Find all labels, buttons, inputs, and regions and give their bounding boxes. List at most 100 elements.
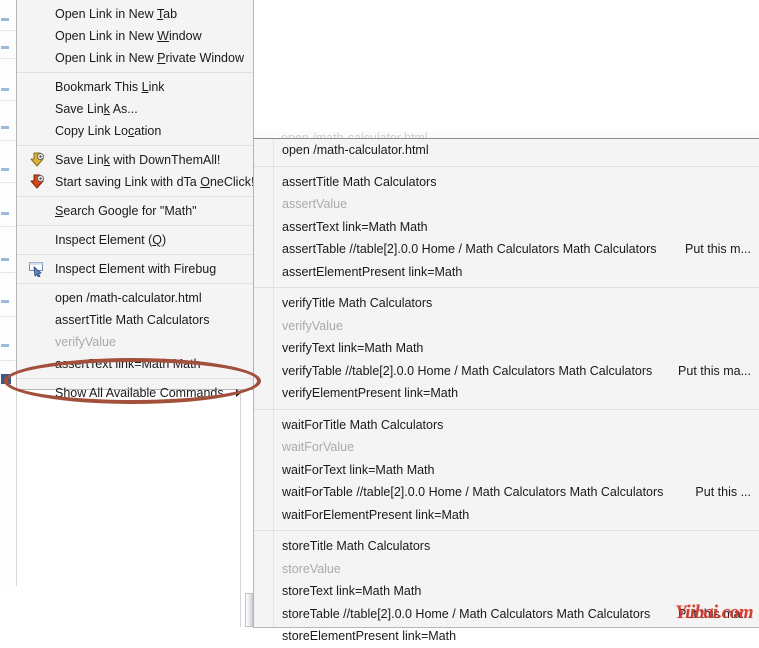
menu-item-label: assertTitle Math Calculators <box>55 313 210 327</box>
command-label: open /math-calculator.html <box>282 143 429 158</box>
menu-separator <box>17 196 253 197</box>
save-link-as[interactable]: Save Link As... <box>17 98 253 120</box>
accelerator-key: W <box>157 29 169 43</box>
command-label: waitForTable //table[2].0.0 Home / Math … <box>282 485 664 500</box>
selenium-open-math-calculator[interactable]: open /math-calculator.html <box>17 287 253 309</box>
command-label: storeValue <box>282 561 341 576</box>
cmd-waitfor-text[interactable]: waitForText link=Math Math <box>254 459 759 482</box>
watermark: Yiibai.com <box>675 602 753 623</box>
command-label: assertValue <box>282 197 348 212</box>
page-scrollbar-thumb[interactable] <box>245 593 253 627</box>
command-hint: Put this m... <box>685 242 751 257</box>
command-hint: Put this ma... <box>678 363 751 378</box>
submenu-clipped-top-row: open /math-calculator.html <box>254 131 759 138</box>
cmd-assert-element-present[interactable]: assertElementPresent link=Math <box>254 261 759 284</box>
menu-item-label: verifyValue <box>55 335 116 349</box>
download-arrow-red-icon <box>28 173 46 191</box>
cmd-assert-table[interactable]: assertTable //table[2].0.0 Home / Math C… <box>254 238 759 261</box>
start-saving-link-dta-oneclick[interactable]: Start saving Link with dTa OneClick! <box>17 171 255 193</box>
command-label: storeText link=Math Math <box>282 584 422 599</box>
menu-item-label: Show All Available Commands <box>55 386 224 400</box>
command-label: assertElementPresent link=Math <box>282 264 463 279</box>
cmd-waitfor-element-present[interactable]: waitForElementPresent link=Math <box>254 504 759 527</box>
menu-item-label: open /math-calculator.html <box>55 291 202 305</box>
menu-separator <box>17 283 253 284</box>
save-link-with-downthemall[interactable]: Save Link with DownThemAll! <box>17 149 253 171</box>
menu-item-label: Open Link in New Tab <box>55 7 178 21</box>
menu-separator <box>17 145 253 146</box>
command-label: verifyTable //table[2].0.0 Home / Math C… <box>282 363 653 378</box>
accelerator-key: L <box>141 80 149 94</box>
menu-item-label: Start saving Link with dTa OneClick! <box>55 175 255 189</box>
command-label: verifyText link=Math Math <box>282 341 424 356</box>
copy-link-location[interactable]: Copy Link Location <box>17 120 253 142</box>
accelerator-key: k <box>103 102 110 116</box>
firebug-inspect-cursor-icon <box>28 260 46 278</box>
cmd-verify-element-present[interactable]: verifyElementPresent link=Math <box>254 382 759 405</box>
submenu-separator <box>254 287 759 288</box>
menu-item-label: Save Link As... <box>55 102 138 116</box>
accelerator-key: S <box>55 204 64 218</box>
cmd-store-element-present[interactable]: storeElementPresent link=Math <box>254 625 759 648</box>
cmd-verify-text[interactable]: verifyText link=Math Math <box>254 337 759 360</box>
menu-item-label: Open Link in New Window <box>55 29 202 43</box>
cmd-waitfor-title[interactable]: waitForTitle Math Calculators <box>254 414 759 437</box>
cmd-store-text[interactable]: storeText link=Math Math <box>254 580 759 603</box>
menu-item-label: Inspect Element (Q) <box>55 233 167 247</box>
cmd-assert-text[interactable]: assertText link=Math Math <box>254 216 759 239</box>
command-hint: Put this ... <box>695 485 751 500</box>
open-link-new-window[interactable]: Open Link in New Window <box>17 25 253 47</box>
bookmark-this-link[interactable]: Bookmark This Link <box>17 76 253 98</box>
selenium-assert-text[interactable]: assertText link=Math Math <box>17 353 253 375</box>
command-label: waitForElementPresent link=Math <box>282 507 470 522</box>
menu-separator <box>17 72 253 73</box>
menu-item-label: Open Link in New Private Window <box>55 51 244 65</box>
inspect-element-with-firebug[interactable]: Inspect Element with Firebug <box>17 258 253 280</box>
show-all-available-commands-submenu[interactable]: open /math-calculator.html assertTitle M… <box>253 138 759 643</box>
cmd-assert-value: assertValue <box>254 193 759 216</box>
command-label: storeElementPresent link=Math <box>282 629 457 644</box>
cmd-store-title[interactable]: storeTitle Math Calculators <box>254 535 759 558</box>
inspect-element[interactable]: Inspect Element (Q) <box>17 229 253 251</box>
selenium-verify-value: verifyValue <box>17 331 253 353</box>
command-label: waitForText link=Math Math <box>282 462 435 477</box>
menu-separator <box>17 225 253 226</box>
submenu-separator <box>254 408 759 410</box>
menu-item-label: Bookmark This Link <box>55 80 165 94</box>
cmd-assert-title[interactable]: assertTitle Math Calculators <box>254 171 759 194</box>
cmd-waitfor-value: waitForValue <box>254 436 759 459</box>
cmd-store-value: storeValue <box>254 558 759 581</box>
show-all-available-commands[interactable]: Show All Available Commands <box>17 382 253 404</box>
command-label: assertTable //table[2].0.0 Home / Math C… <box>282 242 657 257</box>
accelerator-key: k <box>103 153 110 167</box>
download-arrow-olive-icon <box>28 151 46 169</box>
menu-item-label: Copy Link Location <box>55 124 162 138</box>
search-google-for-math[interactable]: Search Google for "Math" <box>17 200 253 222</box>
menu-item-label: Save Link with DownThemAll! <box>55 153 221 167</box>
menu-item-label: Search Google for "Math" <box>55 204 197 218</box>
browser-context-menu[interactable]: Open Link in New Tab Open Link in New Wi… <box>16 0 255 400</box>
command-label: storeTable //table[2].0.0 Home / Math Ca… <box>282 606 651 621</box>
cmd-verify-value: verifyValue <box>254 315 759 338</box>
submenu-clipped-top-row-label: open /math-calculator.html <box>281 131 428 138</box>
command-label: assertTitle Math Calculators <box>282 174 437 189</box>
cmd-verify-title[interactable]: verifyTitle Math Calculators <box>254 292 759 315</box>
submenu-separator <box>254 530 759 531</box>
cmd-open-math-calculator[interactable]: open /math-calculator.html <box>254 139 759 162</box>
submenu-chevron-right-icon <box>236 389 241 397</box>
accelerator-key: O <box>200 175 210 189</box>
accelerator-key: c <box>127 124 135 138</box>
accelerator-key: T <box>156 7 164 21</box>
cmd-waitfor-table[interactable]: waitForTable //table[2].0.0 Home / Math … <box>254 481 759 504</box>
command-label: verifyValue <box>282 318 343 333</box>
open-link-new-tab[interactable]: Open Link in New Tab <box>17 3 253 25</box>
submenu-separator <box>254 165 759 167</box>
accelerator-key: P <box>157 51 166 65</box>
selenium-assert-title[interactable]: assertTitle Math Calculators <box>17 309 253 331</box>
cmd-verify-table[interactable]: verifyTable //table[2].0.0 Home / Math C… <box>254 360 759 383</box>
menu-separator <box>17 254 253 255</box>
command-label: verifyTitle Math Calculators <box>282 296 433 311</box>
command-label: waitForTitle Math Calculators <box>282 417 444 432</box>
command-label: storeTitle Math Calculators <box>282 539 431 554</box>
open-link-new-private-window[interactable]: Open Link in New Private Window <box>17 47 253 69</box>
